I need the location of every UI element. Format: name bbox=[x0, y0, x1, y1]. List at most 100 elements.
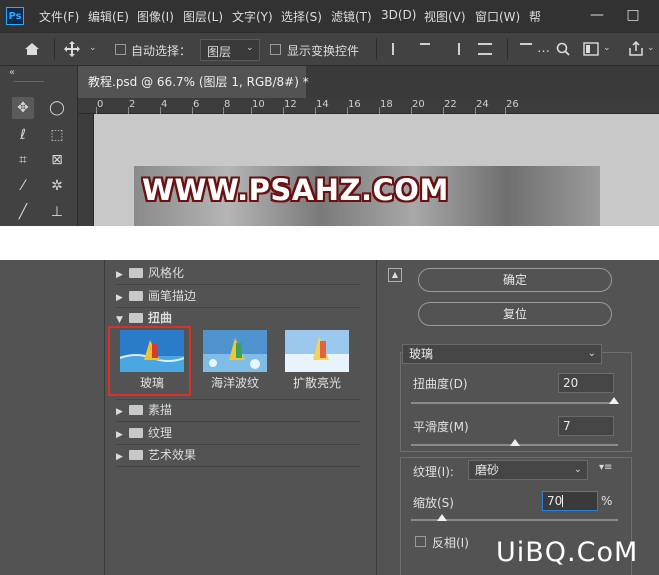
menu-3d[interactable]: 3D(D) bbox=[381, 8, 416, 22]
ruler-tick bbox=[347, 107, 348, 114]
chevron-down-icon[interactable]: ⌄ bbox=[647, 43, 655, 53]
ruler-tick bbox=[128, 107, 129, 114]
filter-category-sketch[interactable]: ▶ 素描 bbox=[116, 401, 358, 421]
filter-label-glass[interactable]: 玻璃 bbox=[112, 374, 192, 391]
category-label: 扭曲 bbox=[148, 311, 173, 325]
photoshop-logo: Ps bbox=[6, 7, 24, 25]
collapse-gallery-icon[interactable]: ▲ bbox=[388, 268, 402, 282]
clone-stamp-icon[interactable]: ⊥ bbox=[46, 201, 68, 223]
filter-thumbnail-ocean-ripple[interactable] bbox=[203, 330, 267, 372]
menu-type[interactable]: 文字(Y) bbox=[232, 8, 273, 25]
ok-button[interactable]: 确定 bbox=[418, 268, 612, 292]
show-transform-label: 显示变换控件 bbox=[287, 44, 360, 58]
distortion-input[interactable]: 20 bbox=[558, 373, 614, 393]
scaling-label: 缩放(S) bbox=[413, 496, 454, 510]
expand-arrow-icon: ▶ bbox=[116, 270, 123, 280]
distortion-slider-thumb[interactable] bbox=[608, 397, 619, 404]
ruler-label: 18 bbox=[380, 99, 393, 110]
distribute-icon[interactable] bbox=[478, 43, 492, 55]
chevron-down-icon[interactable]: ⌄ bbox=[89, 43, 97, 53]
lasso-tool-icon[interactable]: ℓ bbox=[12, 124, 34, 146]
align-right-icon[interactable] bbox=[448, 43, 460, 55]
reset-button[interactable]: 复位 bbox=[418, 302, 612, 326]
ruler-label: 10 bbox=[252, 99, 265, 110]
text-caret bbox=[562, 495, 564, 507]
ruler-tick bbox=[379, 107, 380, 114]
texture-label: 纹理(I): bbox=[413, 465, 454, 479]
menu-help[interactable]: 帮 bbox=[529, 8, 541, 25]
align-center-icon[interactable] bbox=[420, 43, 430, 55]
object-select-icon[interactable]: ⬚ bbox=[46, 124, 68, 146]
more-icon[interactable]: … bbox=[537, 41, 550, 56]
filter-category-artistic[interactable]: ▶ 艺术效果 bbox=[116, 446, 358, 466]
menu-edit[interactable]: 编辑(E) bbox=[88, 8, 129, 25]
expand-arrow-icon: ▶ bbox=[116, 407, 123, 417]
move-tool-icon[interactable] bbox=[64, 41, 80, 57]
align-top-icon[interactable] bbox=[520, 43, 532, 55]
home-icon[interactable] bbox=[24, 42, 40, 56]
share-icon[interactable] bbox=[628, 41, 644, 57]
ruler-tick bbox=[192, 107, 193, 114]
ruler-label: 26 bbox=[506, 99, 519, 110]
divider bbox=[116, 444, 360, 445]
show-transform-checkbox[interactable] bbox=[270, 44, 281, 55]
ruler-tick bbox=[315, 107, 316, 114]
menu-select[interactable]: 选择(S) bbox=[281, 8, 322, 25]
filter-label-ocean-ripple[interactable]: 海洋波纹 bbox=[195, 374, 275, 391]
horizontal-ruler: 0 2 4 6 8 10 12 14 16 18 20 22 24 26 bbox=[78, 98, 659, 114]
scaling-value: 70 bbox=[547, 494, 563, 508]
maximize-button[interactable]: □ bbox=[620, 4, 646, 26]
texture-menu-icon[interactable]: ▾≡ bbox=[599, 462, 612, 473]
minimize-button[interactable]: — bbox=[584, 4, 610, 26]
align-left-icon[interactable] bbox=[392, 43, 404, 55]
menu-bar: Ps 文件(F) 编辑(E) 图像(I) 图层(L) 文字(Y) 选择(S) 滤… bbox=[0, 0, 659, 32]
menu-window[interactable]: 窗口(W) bbox=[475, 8, 520, 25]
smoothness-slider-thumb[interactable] bbox=[509, 439, 520, 446]
elliptical-marquee-icon[interactable]: ◯ bbox=[46, 97, 68, 119]
auto-select-label: 自动选择： bbox=[131, 44, 192, 58]
filter-label-diffuse-glow[interactable]: 扩散亮光 bbox=[277, 374, 357, 391]
search-icon[interactable] bbox=[556, 42, 570, 56]
healing-brush-icon[interactable]: ✲ bbox=[46, 175, 68, 197]
filter-thumbnail-diffuse-glow[interactable] bbox=[285, 330, 349, 372]
filter-select[interactable]: 玻璃 ⌄ bbox=[402, 344, 602, 364]
frame-tool-icon[interactable]: ⊠ bbox=[46, 149, 68, 171]
workspace-icon[interactable] bbox=[583, 42, 599, 56]
ruler-label: 2 bbox=[129, 99, 136, 110]
ruler-tick bbox=[505, 107, 506, 114]
eyedropper-icon[interactable]: ⁄ bbox=[12, 175, 34, 197]
filter-category-stylize[interactable]: ▶ 风格化 bbox=[116, 264, 358, 284]
scaling-input[interactable]: 70 bbox=[542, 491, 598, 511]
menu-layer[interactable]: 图层(L) bbox=[183, 8, 223, 25]
menu-filter[interactable]: 滤镜(T) bbox=[331, 8, 372, 25]
document-tab[interactable]: 教程.psd @ 66.7% (图层 1, RGB/8#) * bbox=[78, 66, 309, 98]
distortion-label: 扭曲度(D) bbox=[413, 377, 468, 391]
menu-image[interactable]: 图像(I) bbox=[137, 8, 174, 25]
folder-icon bbox=[129, 291, 143, 301]
invert-checkbox[interactable] bbox=[415, 536, 426, 547]
ruler-tick bbox=[411, 107, 412, 114]
brush-tool-icon[interactable]: ╱ bbox=[12, 201, 34, 223]
scaling-slider-thumb[interactable] bbox=[437, 514, 448, 521]
filter-category-brush-strokes[interactable]: ▶ 画笔描边 bbox=[116, 287, 358, 307]
invert-label: 反相(I) bbox=[432, 536, 469, 550]
texture-select[interactable]: 磨砂 ⌄ bbox=[468, 460, 588, 480]
ruler-label: 0 bbox=[97, 99, 104, 110]
options-bar: ⌄ 自动选择： 图层 ⌄ 显示变换控件 … ⌄ ⌄ bbox=[0, 32, 659, 66]
category-label: 画笔描边 bbox=[148, 289, 197, 303]
layer-dropdown[interactable]: 图层 ⌄ bbox=[200, 39, 260, 61]
dialog-title-band bbox=[0, 226, 659, 260]
smoothness-label: 平滑度(M) bbox=[413, 420, 469, 434]
menu-file[interactable]: 文件(F) bbox=[39, 8, 79, 25]
collapse-toolbar-icon[interactable]: « bbox=[9, 67, 15, 78]
distortion-slider-track[interactable] bbox=[411, 402, 618, 404]
auto-select-checkbox[interactable] bbox=[115, 44, 126, 55]
move-tool-icon[interactable]: ✥ bbox=[12, 97, 34, 119]
preview-area[interactable] bbox=[0, 260, 105, 575]
separator bbox=[54, 38, 55, 60]
menu-view[interactable]: 视图(V) bbox=[424, 8, 466, 25]
filter-category-texture[interactable]: ▶ 纹理 bbox=[116, 424, 358, 444]
smoothness-input[interactable]: 7 bbox=[558, 416, 614, 436]
chevron-down-icon[interactable]: ⌄ bbox=[603, 43, 611, 53]
crop-tool-icon[interactable]: ⌗ bbox=[12, 149, 34, 171]
